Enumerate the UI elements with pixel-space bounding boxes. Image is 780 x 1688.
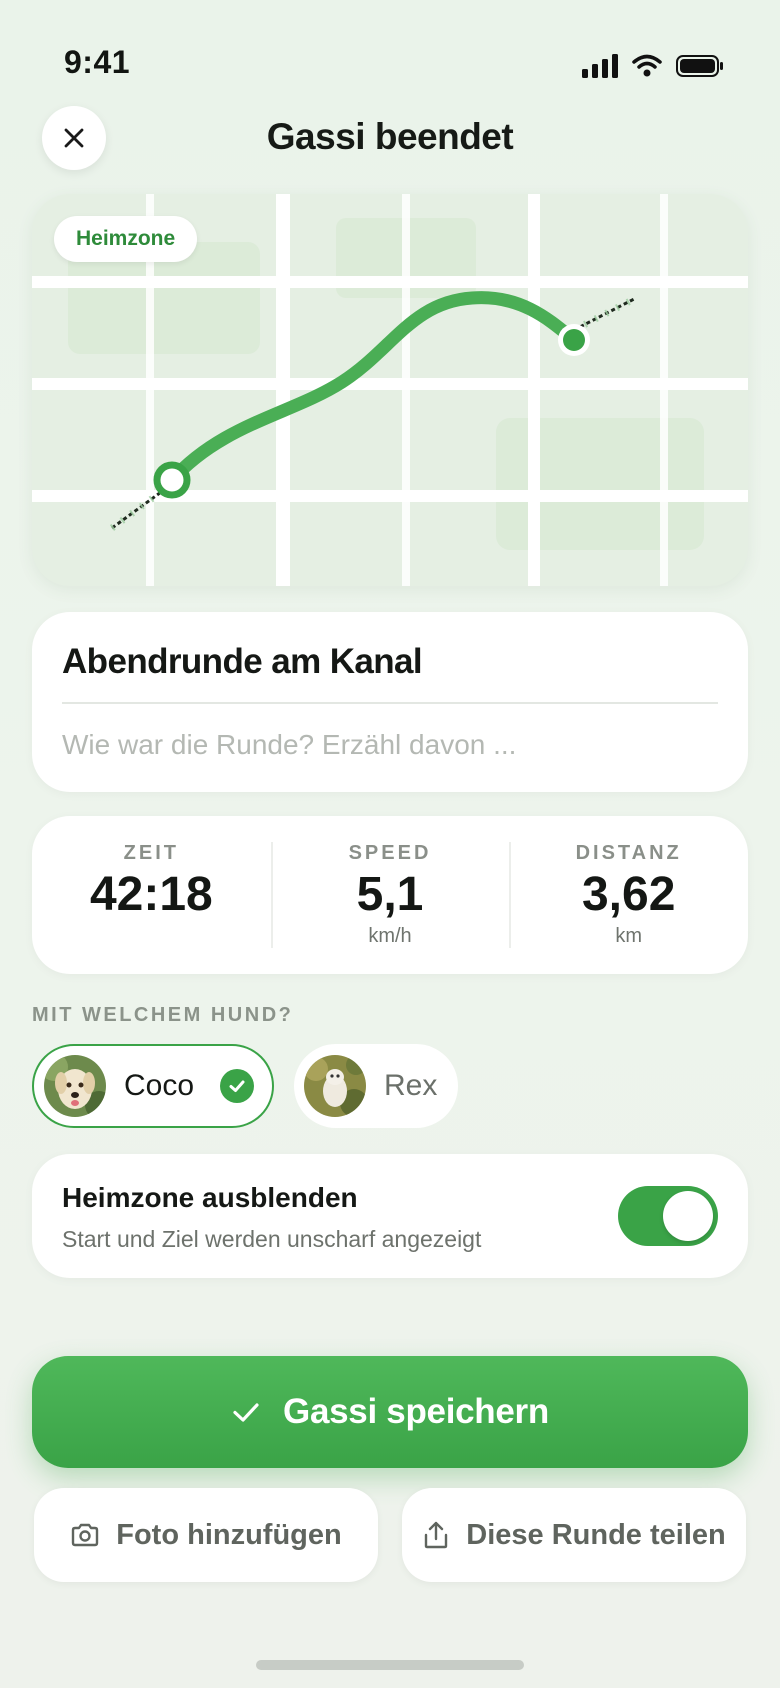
share-walk-button[interactable]: Diese Runde teilen	[402, 1488, 746, 1582]
stat-speed: SPEED 5,1 km/h	[270, 816, 510, 974]
walk-title[interactable]: Abendrunde am Kanal	[62, 642, 423, 682]
stat-value: 42:18	[89, 868, 213, 921]
save-walk-button[interactable]: Gassi speichern	[32, 1356, 748, 1468]
home-indicator	[256, 1660, 524, 1670]
share-icon	[425, 1521, 448, 1549]
camera-icon	[72, 1523, 99, 1547]
heimzone-badge: Heimzone	[54, 216, 198, 262]
stats-card: ZEIT 42:18 SPEED 5,1 km/h DISTANZ 3,62 k…	[32, 816, 748, 974]
stat-distance: DISTANZ 3,62 km	[509, 816, 748, 974]
stat-unit: km/h	[368, 925, 412, 947]
dog-chip-coco[interactable]: Coco	[32, 1044, 274, 1128]
avatar	[304, 1055, 366, 1117]
stat-time: ZEIT 42:18	[32, 816, 271, 974]
stat-label: ZEIT	[123, 842, 179, 864]
avatar	[44, 1055, 106, 1117]
save-label: Gassi speichern	[283, 1392, 549, 1431]
stat-label: SPEED	[348, 842, 432, 864]
notes-input[interactable]	[62, 720, 718, 770]
signal-icon	[582, 54, 618, 78]
dog-section-label: MIT WELCHEM HUND?	[32, 1004, 294, 1026]
dog-name: Coco	[124, 1069, 195, 1102]
stat-value: 3,62	[581, 868, 676, 921]
page-title: Gassi beendet	[266, 116, 514, 157]
heimzone-toggle[interactable]	[618, 1186, 718, 1246]
toggle-title: Heimzone ausblenden	[62, 1182, 358, 1213]
check-icon	[220, 1069, 255, 1103]
add-photo-label: Foto hinzufügen	[116, 1518, 342, 1551]
status-time: 9:41	[64, 44, 131, 80]
wifi-icon	[632, 54, 662, 77]
toggle-knob	[663, 1191, 713, 1241]
toggle-subtitle: Start und Ziel werden unscharf angezeigt	[62, 1226, 482, 1252]
stat-unit: km	[615, 925, 643, 947]
checkmark-icon	[233, 1403, 259, 1422]
dog-name: Rex	[384, 1069, 438, 1102]
battery-icon	[676, 55, 723, 77]
dog-chip-rex[interactable]: Rex	[294, 1044, 458, 1128]
add-photo-button[interactable]: Foto hinzufügen	[34, 1488, 378, 1582]
stat-label: DISTANZ	[575, 842, 682, 864]
stat-value: 5,1	[356, 868, 424, 921]
title-divider	[62, 702, 718, 704]
walk-details-card: Abendrunde am Kanal	[32, 612, 748, 792]
heimzone-toggle-card: Heimzone ausblenden Start und Ziel werde…	[32, 1154, 748, 1278]
share-walk-label: Diese Runde teilen	[466, 1518, 726, 1551]
status-icons	[582, 54, 724, 78]
